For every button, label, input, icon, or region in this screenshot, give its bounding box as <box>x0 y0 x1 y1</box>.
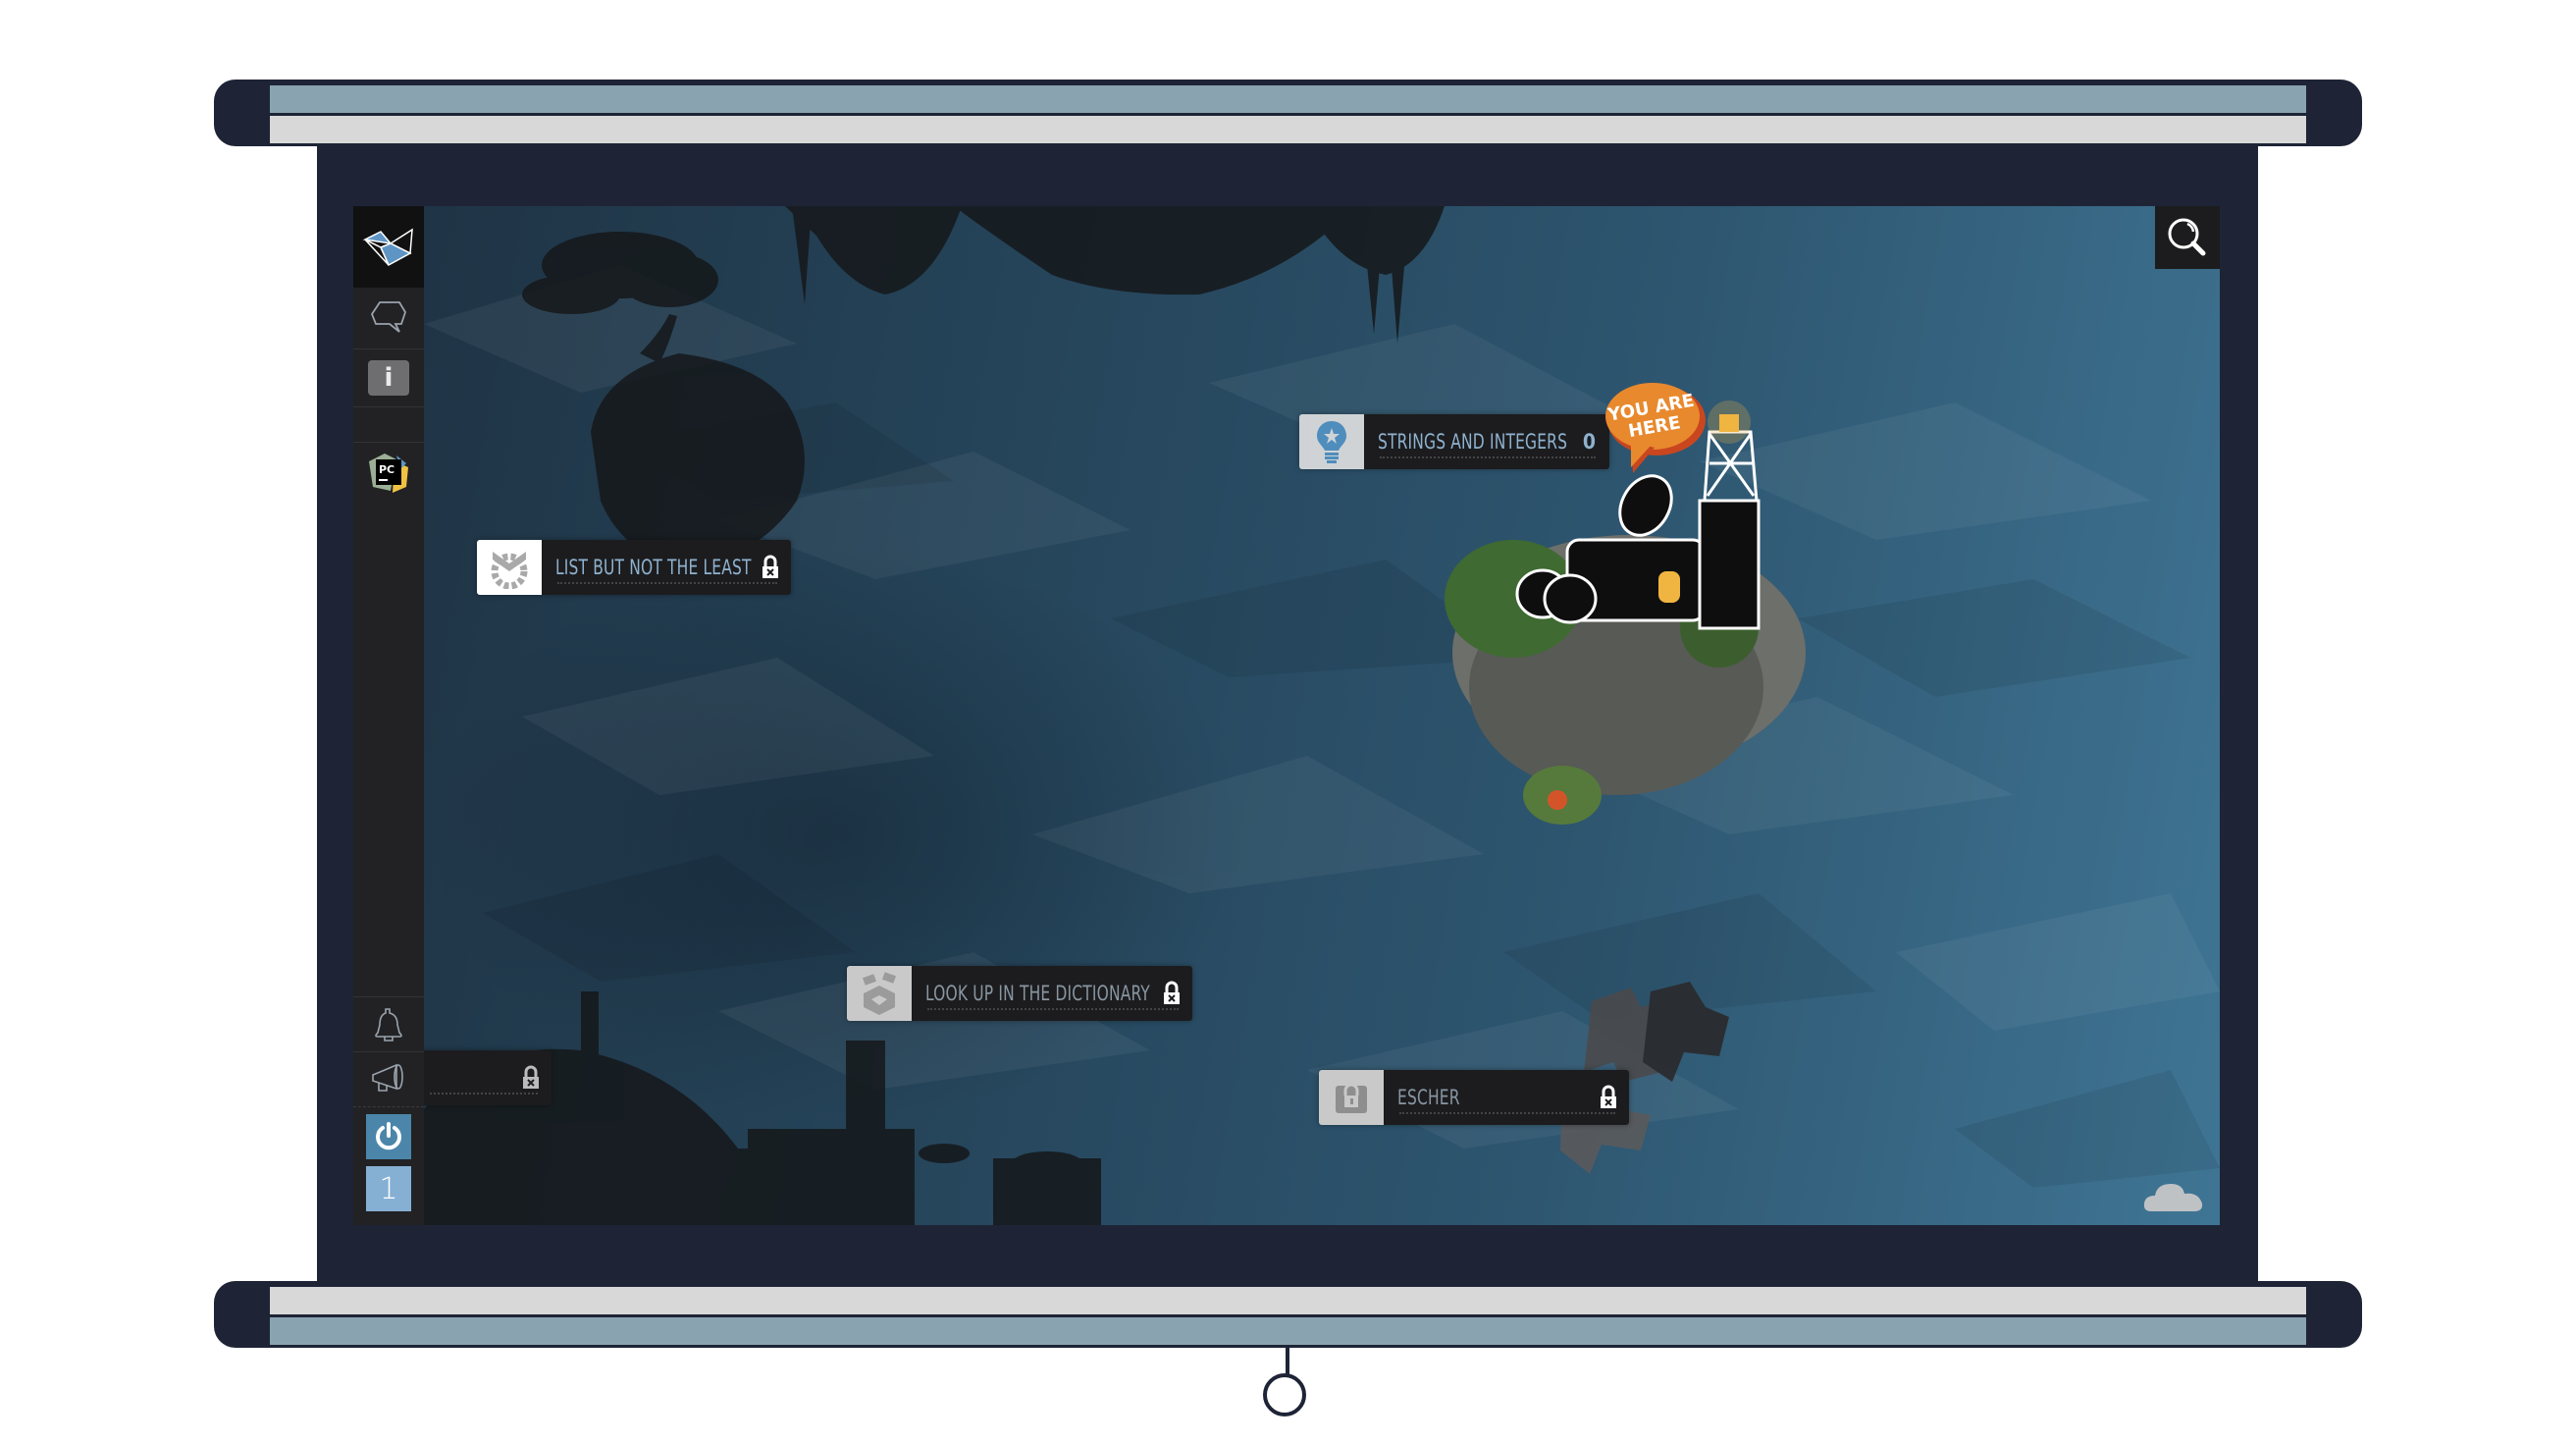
sidebar-item-power[interactable] <box>353 1107 424 1166</box>
sidebar-item-info[interactable]: i <box>353 349 424 407</box>
progress-dots <box>430 1093 538 1095</box>
cloud-button[interactable] <box>2141 1174 2206 1215</box>
search-icon <box>2168 218 2206 256</box>
search-button[interactable] <box>2155 206 2220 269</box>
roller-stripe <box>270 116 2306 143</box>
progress-dots <box>927 1008 1179 1010</box>
treasure-chest-icon <box>1336 1083 1367 1113</box>
roller-stripe <box>270 1287 2306 1314</box>
roller-stripe <box>270 1317 2306 1345</box>
level-title: ESCHER <box>1397 1086 1460 1109</box>
power-icon <box>376 1122 401 1150</box>
sidebar-divider <box>353 407 424 443</box>
sidebar-item-chat[interactable] <box>353 288 424 349</box>
progress-dots <box>557 582 777 584</box>
lightbulb-icon <box>1317 421 1346 463</box>
sidebar-item-ide[interactable]: PC <box>353 443 424 504</box>
progress-dots <box>1380 456 1596 458</box>
level-title: STRINGS AND INTEGERS <box>1378 430 1568 454</box>
level-score: 0 <box>1582 430 1596 454</box>
sidebar-item-level[interactable]: 1 <box>353 1166 424 1225</box>
dictionary-badge-icon <box>862 972 897 1015</box>
bell-icon <box>375 1007 402 1042</box>
level-tag-look-up-in-the-dictionary[interactable]: LOOK UP IN THE DICTIONARY <box>847 966 1192 1021</box>
level-tag-body: LIST BUT NOT THE LEAST <box>542 540 791 595</box>
gear-shield-icon <box>491 552 528 589</box>
level-badge <box>1319 1070 1384 1125</box>
level-badge <box>1299 414 1364 469</box>
you-are-here-marker: YOU ARE HERE <box>1602 379 1709 481</box>
level-tag-list-but-not-the-least[interactable]: LIST BUT NOT THE LEAST <box>477 540 791 595</box>
pull-ring-handle[interactable] <box>1263 1373 1306 1416</box>
info-icon: i <box>368 360 409 396</box>
level-tag-strings-and-integers[interactable]: STRINGS AND INTEGERS 0 <box>1299 414 1609 469</box>
lock-icon <box>762 555 779 584</box>
roller-stripe <box>270 85 2306 113</box>
level-tag-escher[interactable]: ESCHER <box>1319 1070 1629 1125</box>
level-badge: 1 <box>366 1166 411 1211</box>
level-title: LIST BUT NOT THE LEAST <box>555 556 752 579</box>
lock-icon <box>1163 981 1181 1010</box>
speech-bubble-icon <box>370 301 406 333</box>
level-tag-body: LOOK UP IN THE DICTIONARY <box>912 966 1192 1021</box>
cloud-icon <box>2143 1184 2203 1211</box>
level-tag-body: STRINGS AND INTEGERS 0 <box>1364 414 1609 469</box>
progress-dots <box>1399 1112 1615 1114</box>
level-title: LOOK UP IN THE DICTIONARY <box>925 982 1150 1005</box>
megaphone-icon <box>372 1063 403 1092</box>
svg-text:PC: PC <box>379 463 394 476</box>
sidebar: i PC 1 <box>353 206 424 1225</box>
level-tag-body: ESCHER <box>1384 1070 1629 1125</box>
pull-cord <box>1286 1347 1289 1374</box>
sidebar-item-notifications[interactable] <box>353 996 424 1052</box>
top-roller <box>214 80 2362 146</box>
level-badge <box>847 966 912 1021</box>
logo-button[interactable] <box>353 206 424 288</box>
world-map[interactable]: STRINGS AND INTEGERS 0 LIST BUT NOT THE … <box>424 206 2220 1225</box>
lock-icon <box>522 1065 540 1095</box>
bottom-roller <box>214 1281 2362 1348</box>
game-app: STRINGS AND INTEGERS 0 LIST BUT NOT THE … <box>353 206 2220 1225</box>
level-tag-offscreen[interactable] <box>424 1050 552 1105</box>
sidebar-item-announcements[interactable] <box>353 1052 424 1107</box>
pycharm-icon: PC <box>369 454 408 493</box>
lock-icon <box>1600 1085 1617 1114</box>
origami-fox-logo-icon <box>362 228 413 266</box>
power-button[interactable] <box>366 1114 411 1159</box>
level-tag-body <box>424 1050 552 1105</box>
level-badge <box>477 540 542 595</box>
